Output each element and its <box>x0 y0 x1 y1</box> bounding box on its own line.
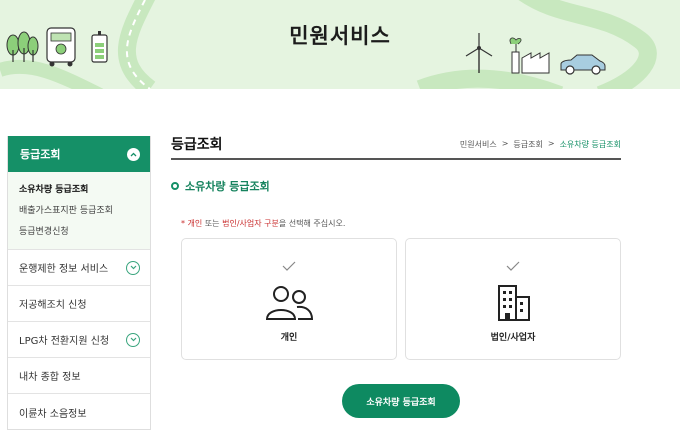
breadcrumb-separator: > <box>547 138 555 148</box>
sidebar: 등급조회 소유차량 등급조회 배출가스표지판 등급조회 등급변경신청 운행제한 … <box>7 136 151 430</box>
circle-bullet-icon <box>171 182 179 190</box>
sidebar-item-label: 운행제한 정보 서비스 <box>19 264 109 275</box>
required-mark: * <box>181 219 185 228</box>
sidebar-item-my-car-info[interactable]: 내차 종합 정보 <box>8 358 150 394</box>
section-title-text: 소유차량 등급조회 <box>185 180 270 193</box>
sidebar-item-label: 내차 종합 정보 <box>19 372 81 383</box>
page-title: 등급조회 <box>171 137 223 153</box>
sidebar-item-grade-lookup[interactable]: 등급조회 <box>8 136 150 172</box>
breadcrumb: 민원서비스 > 등급조회 > 소유차량 등급조회 <box>460 139 621 150</box>
type-selection: 개인 법인/사업자 <box>181 238 621 360</box>
vehicle-grade-lookup-button[interactable]: 소유차량 등급조회 <box>342 384 460 418</box>
main-content: 등급조회 민원서비스 > 등급조회 > 소유차량 등급조회 소유차량 등급조회 … <box>171 130 621 418</box>
sidebar-item-label: 등급조회 <box>20 148 61 161</box>
corporation-option-card[interactable]: 법인/사업자 <box>405 238 621 360</box>
corporation-option-label: 법인/사업자 <box>490 333 536 343</box>
check-icon <box>282 261 296 271</box>
sidebar-item-operation-restriction[interactable]: 운행제한 정보 서비스 <box>8 250 150 286</box>
chevron-down-icon[interactable] <box>126 260 140 275</box>
individual-option-card[interactable]: 개인 <box>181 238 397 360</box>
sidebar-subitem-emission-label[interactable]: 배출가스표지판 등급조회 <box>19 201 150 222</box>
chevron-down-icon[interactable] <box>126 332 140 347</box>
sidebar-item-label: 이륜차 소음정보 <box>19 408 87 420</box>
note-highlight: 법인/사업자 구분 <box>222 219 279 228</box>
breadcrumb-current: 소유차량 등급조회 <box>559 139 621 149</box>
sidebar-item-label: LPG차 전환지원 신청 <box>19 336 110 347</box>
sidebar-item-motorcycle-noise[interactable]: 이륜차 소음정보 <box>8 394 150 430</box>
person-group-icon <box>265 286 314 320</box>
sidebar-subitem-owned-vehicle[interactable]: 소유차량 등급조회 <box>19 180 150 201</box>
breadcrumb-separator: > <box>501 138 509 148</box>
page-banner-title: 민원서비스 <box>289 24 391 48</box>
note-text: 을 선택해 주십시오. <box>278 219 346 228</box>
breadcrumb-item[interactable]: 등급조회 <box>513 139 542 150</box>
building-icon <box>498 285 530 321</box>
section-title: 소유차량 등급조회 <box>171 178 621 194</box>
sidebar-submenu: 소유차량 등급조회 배출가스표지판 등급조회 등급변경신청 <box>8 172 150 250</box>
sidebar-item-low-emission[interactable]: 저공해조치 신청 <box>8 286 150 322</box>
instruction-note: * 개인 또는 법인/사업자 구분을 선택해 주십시오. <box>181 218 621 229</box>
chevron-up-icon[interactable] <box>127 147 140 161</box>
individual-option-label: 개인 <box>280 333 298 343</box>
note-highlight: 개인 <box>187 219 203 228</box>
breadcrumb-item[interactable]: 민원서비스 <box>460 139 497 150</box>
banner: 민원서비스 <box>0 0 680 89</box>
car-icon <box>560 54 606 75</box>
sidebar-subitem-grade-change[interactable]: 등급변경신청 <box>19 222 150 243</box>
sidebar-item-lpg-conversion[interactable]: LPG차 전환지원 신청 <box>8 322 150 358</box>
content-header: 등급조회 민원서비스 > 등급조회 > 소유차량 등급조회 <box>171 130 621 160</box>
check-icon <box>506 261 520 271</box>
sidebar-item-label: 저공해조치 신청 <box>19 300 87 311</box>
note-text: 또는 <box>202 219 223 228</box>
